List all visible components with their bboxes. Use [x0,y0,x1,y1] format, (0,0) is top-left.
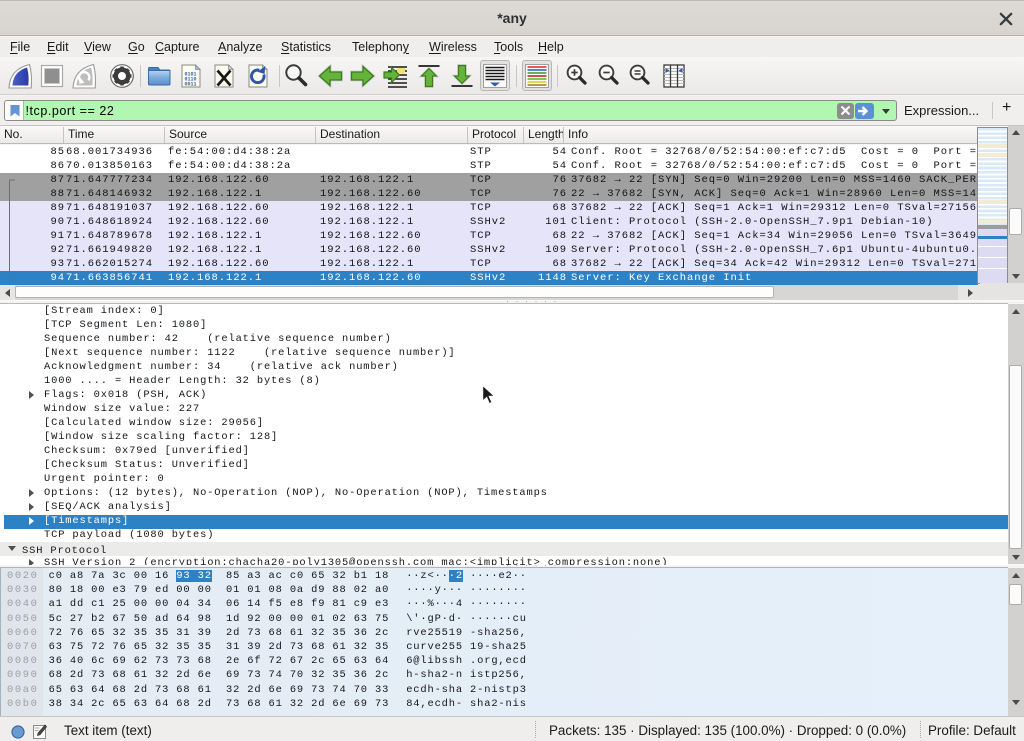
svg-text:0011: 0011 [185,82,197,88]
